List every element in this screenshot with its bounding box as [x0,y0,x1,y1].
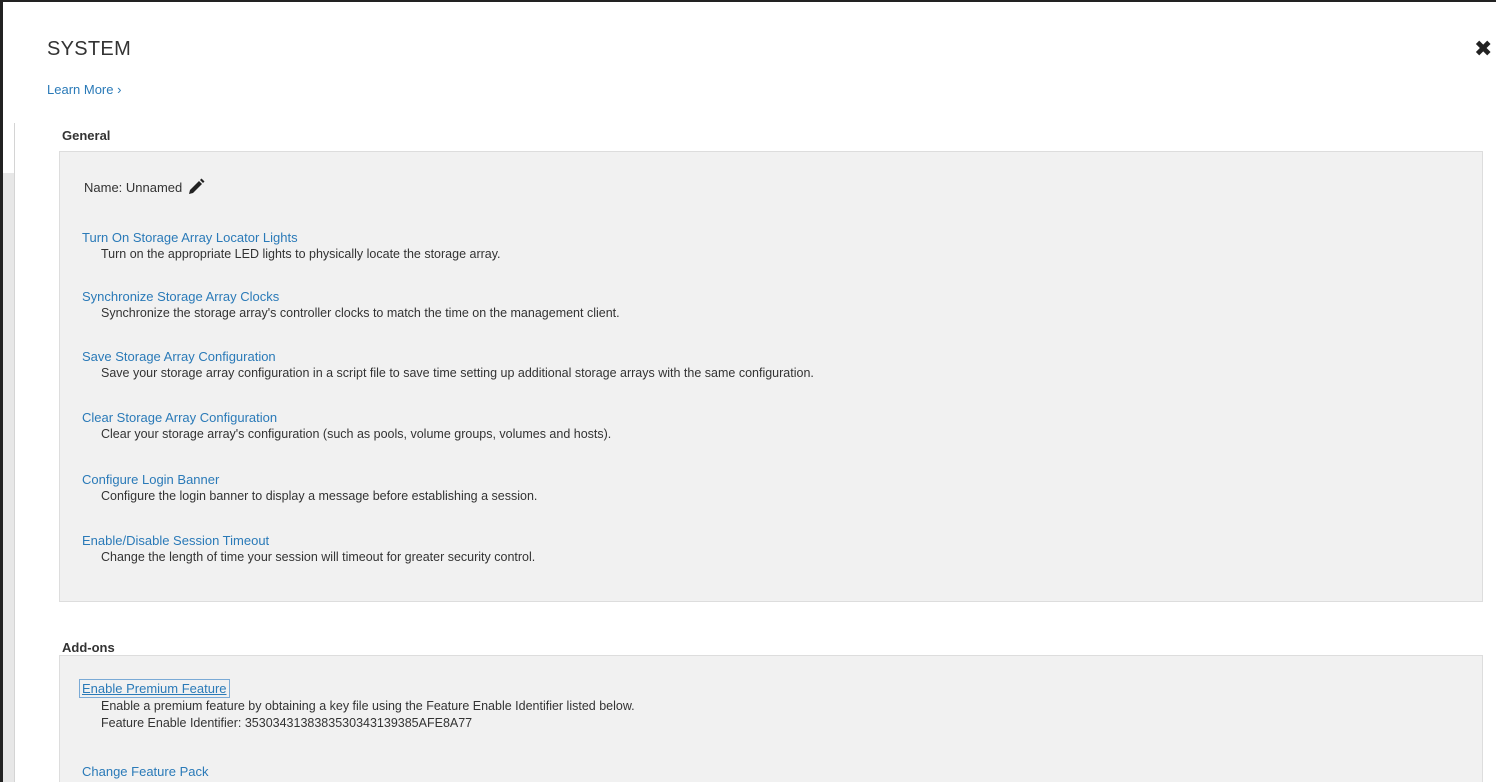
configure-login-banner-link[interactable]: Configure Login Banner [82,471,537,488]
learn-more-link[interactable]: Learn More › [47,82,121,97]
addons-panel: Enable Premium Feature Enable a premium … [59,655,1483,782]
addons-heading: Add-ons [62,640,115,655]
general-item: Enable/Disable Session Timeout Change th… [82,532,535,566]
general-item: Turn On Storage Array Locator Lights Tur… [82,229,501,263]
item-description: Enable a premium feature by obtaining a … [101,699,635,713]
general-item: Configure Login Banner Configure the log… [82,471,537,505]
item-description: Configure the login banner to display a … [101,489,538,503]
general-panel: Name: Unnamed Turn On Storage Array Loca… [59,151,1483,602]
save-configuration-link[interactable]: Save Storage Array Configuration [82,348,814,365]
left-scroll-strip[interactable] [3,123,15,782]
array-name-row: Name: Unnamed [84,178,205,196]
turn-on-locator-lights-link[interactable]: Turn On Storage Array Locator Lights [82,229,501,246]
item-description: Save your storage array configuration in… [101,366,814,380]
change-feature-pack-link[interactable]: Change Feature Pack [82,763,208,780]
addons-item: Change Feature Pack [82,763,208,780]
general-item: Clear Storage Array Configuration Clear … [82,409,611,443]
clear-configuration-link[interactable]: Clear Storage Array Configuration [82,409,611,426]
general-item: Synchronize Storage Array Clocks Synchro… [82,288,620,322]
general-heading: General [62,128,111,143]
item-description: Turn on the appropriate LED lights to ph… [101,247,501,261]
item-description: Change the length of time your session w… [101,550,536,564]
pencil-icon[interactable] [187,178,205,196]
left-gutter-gap [3,123,14,173]
addons-item: Enable Premium Feature Enable a premium … [79,679,635,732]
close-icon[interactable]: ✖ [1474,36,1496,62]
general-item: Save Storage Array Configuration Save yo… [82,348,814,382]
dialog-title: SYSTEM [47,38,132,60]
enable-premium-feature-link[interactable]: Enable Premium Feature [79,679,230,698]
session-timeout-link[interactable]: Enable/Disable Session Timeout [82,532,535,549]
sync-clocks-link[interactable]: Synchronize Storage Array Clocks [82,288,620,305]
array-name-label: Name: Unnamed [84,179,183,195]
feature-enable-identifier: Feature Enable Identifier: 3530343138383… [101,716,473,730]
item-description: Clear your storage array's configuration… [101,427,612,441]
item-description: Synchronize the storage array's controll… [101,306,620,320]
